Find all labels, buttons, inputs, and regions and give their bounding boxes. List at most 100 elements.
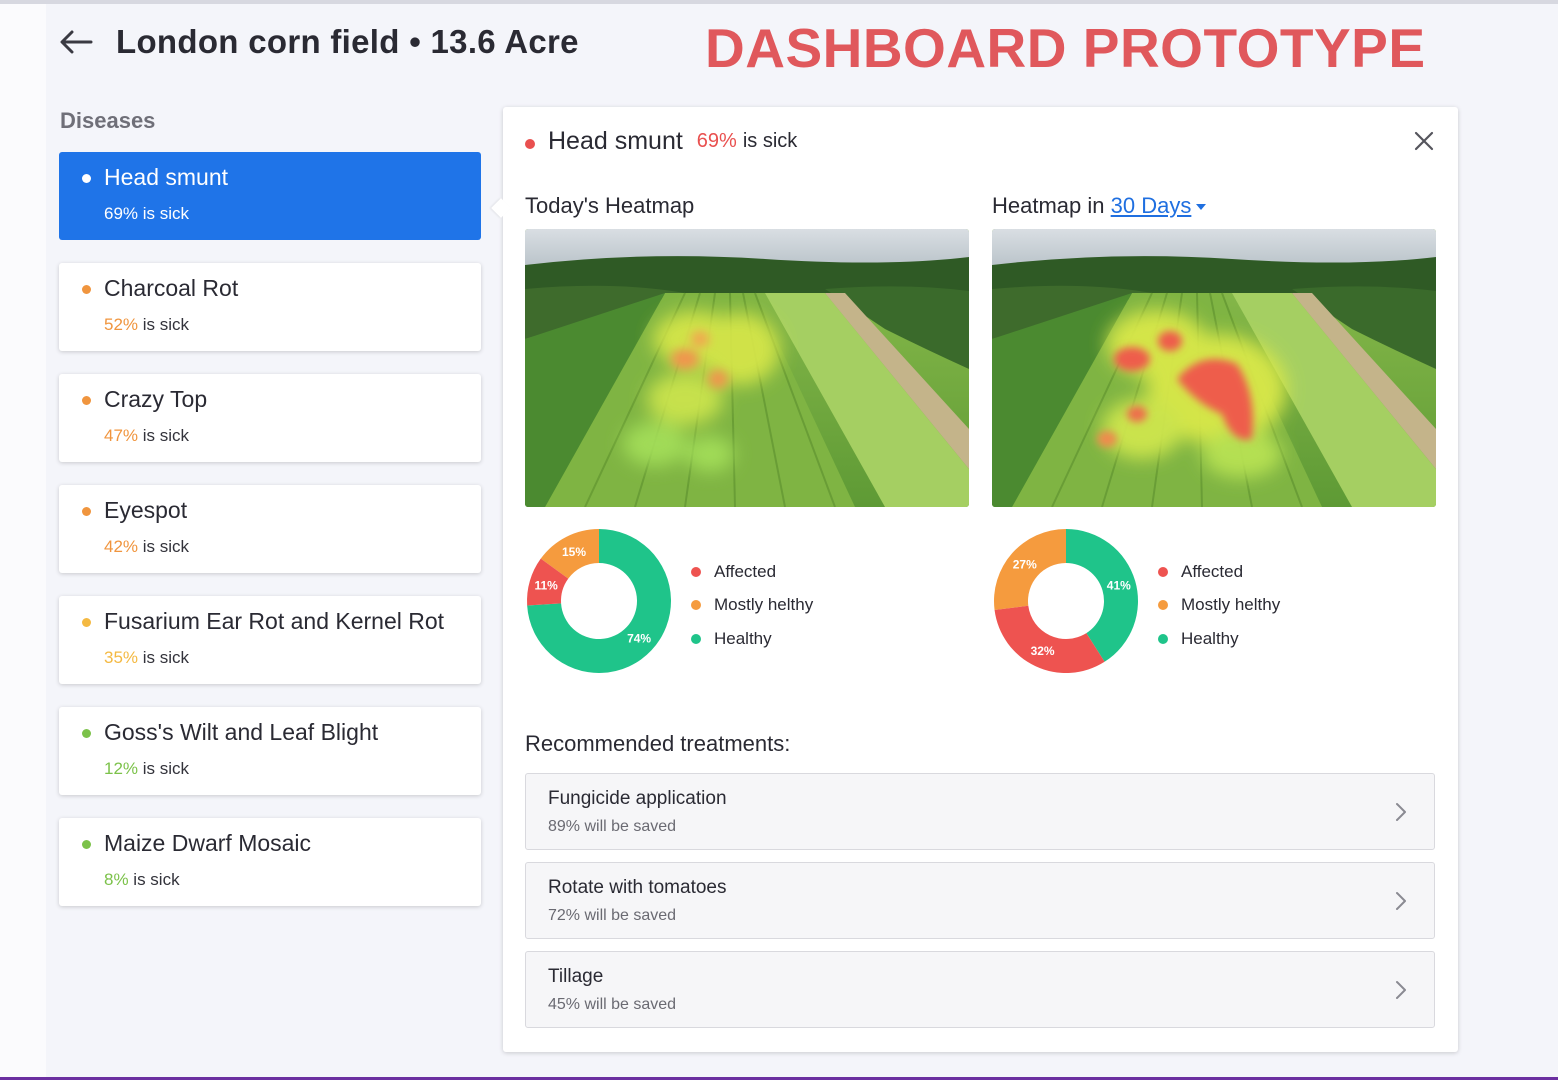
days-dropdown[interactable]: 30 Days — [1111, 193, 1192, 218]
treatments-title: Recommended treatments: — [525, 731, 791, 756]
window-top-border — [0, 0, 1558, 4]
disease-card[interactable]: Goss's Wilt and Leaf Blight 12% is sick — [59, 707, 481, 795]
treatment-name: Rotate with tomatoes — [548, 877, 727, 898]
sick-label: is sick — [138, 537, 190, 556]
severity-dot-icon — [82, 285, 91, 294]
treatment-tillage[interactable]: Tillage 45% will be saved — [525, 951, 1435, 1028]
disease-sick-line: 42% is sick — [104, 537, 189, 557]
mostly-healthy-dot-icon — [691, 600, 701, 611]
donut-slice-label: 15% — [562, 545, 586, 559]
disease-sick-line: 52% is sick — [104, 315, 189, 335]
disease-name: Eyespot — [104, 497, 188, 523]
sick-percent: 42% — [104, 537, 139, 556]
disease-name: Fusarium Ear Rot and Kernel Rot — [104, 608, 445, 634]
panel-header: Head smunt 69% is sick — [525, 127, 797, 156]
page-header: London corn field • 13.6 Acre — [58, 20, 579, 64]
legend-affected-label: Affected — [1181, 561, 1244, 581]
disease-name: Crazy Top — [104, 386, 208, 412]
severity-dot-icon — [82, 840, 91, 849]
prototype-banner: DASHBOARD PROTOTYPE — [705, 17, 1426, 79]
legend-mostly-healthy: Mostly helthy — [691, 589, 813, 623]
chevron-right-icon — [1396, 803, 1406, 821]
chevron-right-icon — [1396, 981, 1406, 999]
page-title: London corn field • 13.6 Acre — [116, 23, 579, 60]
treatment-fungicide[interactable]: Fungicide application 89% will be saved — [525, 773, 1435, 850]
today-heatmap-image — [525, 229, 969, 507]
chevron-right-icon — [1396, 892, 1406, 910]
sick-label: is sick — [138, 315, 190, 334]
disease-sick-line: 69% is sick — [104, 204, 189, 224]
disease-sick-line: 35% is sick — [104, 648, 189, 668]
future-donut-svg: 27% 41% 32% — [994, 529, 1138, 673]
sick-label: is sick — [138, 648, 190, 667]
legend-affected-label: Affected — [714, 561, 777, 581]
healthy-dot-icon — [691, 633, 701, 644]
close-icon[interactable] — [1412, 129, 1436, 153]
disease-card[interactable]: Fusarium Ear Rot and Kernel Rot 35% is si… — [59, 596, 481, 684]
back-arrow-icon[interactable] — [58, 24, 94, 60]
disease-name: Maize Dwarf Mosaic — [104, 830, 312, 856]
donut-slice-label: 74% — [627, 632, 651, 646]
left-gutter — [0, 4, 46, 1080]
sick-label: is sick — [138, 759, 190, 778]
sick-label: is sick — [138, 426, 190, 445]
treatment-saved: 89% will be saved — [548, 818, 677, 835]
future-heatmap-prefix: Heatmap in — [992, 193, 1105, 218]
severity-dot-icon — [82, 174, 91, 183]
affected-dot-icon — [1158, 566, 1168, 577]
future-heatmap-title: Heatmap in 30 Days — [992, 193, 1207, 219]
disease-card[interactable]: Head smunt 69% is sick — [59, 152, 481, 240]
treatment-name: Tillage — [548, 966, 604, 987]
sick-percent: 12% — [104, 759, 139, 778]
sick-percent: 52% — [104, 315, 139, 334]
sick-percent: 35% — [104, 648, 139, 667]
treatment-name: Fungicide application — [548, 788, 727, 809]
treatment-rotate-tomatoes[interactable]: Rotate with tomatoes 72% will be saved — [525, 862, 1435, 939]
legend-mostly-healthy: Mostly helthy — [1158, 589, 1280, 623]
treatment-saved: 45% will be saved — [548, 996, 677, 1013]
sick-percent: 8% — [104, 870, 129, 889]
donut-slice-label: 27% — [1013, 558, 1037, 572]
future-donut-chart: 27% 41% 32% — [992, 527, 1140, 675]
legend-affected: Affected — [1158, 555, 1280, 589]
disease-name: Charcoal Rot — [104, 275, 239, 301]
severity-dot — [525, 138, 535, 149]
legend-mostly-label: Mostly helthy — [714, 595, 814, 615]
disease-card[interactable]: Eyespot 42% is sick — [59, 485, 481, 573]
sick-label: is sick — [138, 204, 190, 223]
today-donut-svg: 15% 74% 11% — [527, 529, 671, 673]
treatment-saved: 72% will be saved — [548, 907, 677, 924]
today-legend: Affected Mostly helthy Healthy — [691, 555, 813, 656]
sick-label: is sick — [128, 870, 180, 889]
sidebar-title: Diseases — [60, 108, 156, 133]
legend-healthy: Healthy — [1158, 622, 1280, 656]
disease-sick-line: 8% is sick — [104, 870, 180, 890]
panel-sick-percent: 69% — [696, 130, 737, 152]
future-heatmap-image — [992, 229, 1436, 507]
future-legend: Affected Mostly helthy Healthy — [1158, 555, 1280, 656]
legend-affected: Affected — [691, 555, 813, 589]
disease-card[interactable]: Crazy Top 47% is sick — [59, 374, 481, 462]
legend-mostly-label: Mostly helthy — [1181, 595, 1281, 615]
donut-slice-label: 11% — [535, 579, 559, 593]
legend-healthy: Healthy — [691, 622, 813, 656]
disease-name: Head smunt — [104, 164, 229, 190]
panel-sick-label: is sick — [742, 130, 798, 152]
today-heatmap-title: Today's Heatmap — [525, 193, 695, 218]
severity-dot-icon — [82, 507, 91, 516]
severity-dot-icon — [82, 396, 91, 405]
disease-detail-panel: Head smunt 69% is sick Today's Heatmap H… — [503, 107, 1458, 1052]
today-donut-chart: 15% 74% 11% — [525, 527, 673, 675]
legend-healthy-label: Healthy — [714, 628, 772, 648]
donut-slice-label: 32% — [1031, 644, 1055, 658]
affected-dot-icon — [691, 566, 701, 577]
disease-sick-line: 47% is sick — [104, 426, 189, 446]
healthy-dot-icon — [1158, 633, 1168, 644]
disease-card[interactable]: Charcoal Rot 52% is sick — [59, 263, 481, 351]
sick-percent: 69% — [104, 204, 139, 223]
sick-percent: 47% — [104, 426, 139, 445]
disease-card[interactable]: Maize Dwarf Mosaic 8% is sick — [59, 818, 481, 906]
chevron-down-icon[interactable] — [1196, 204, 1207, 211]
donut-slice-affected — [994, 605, 1105, 673]
mostly-healthy-dot-icon — [1158, 600, 1168, 611]
